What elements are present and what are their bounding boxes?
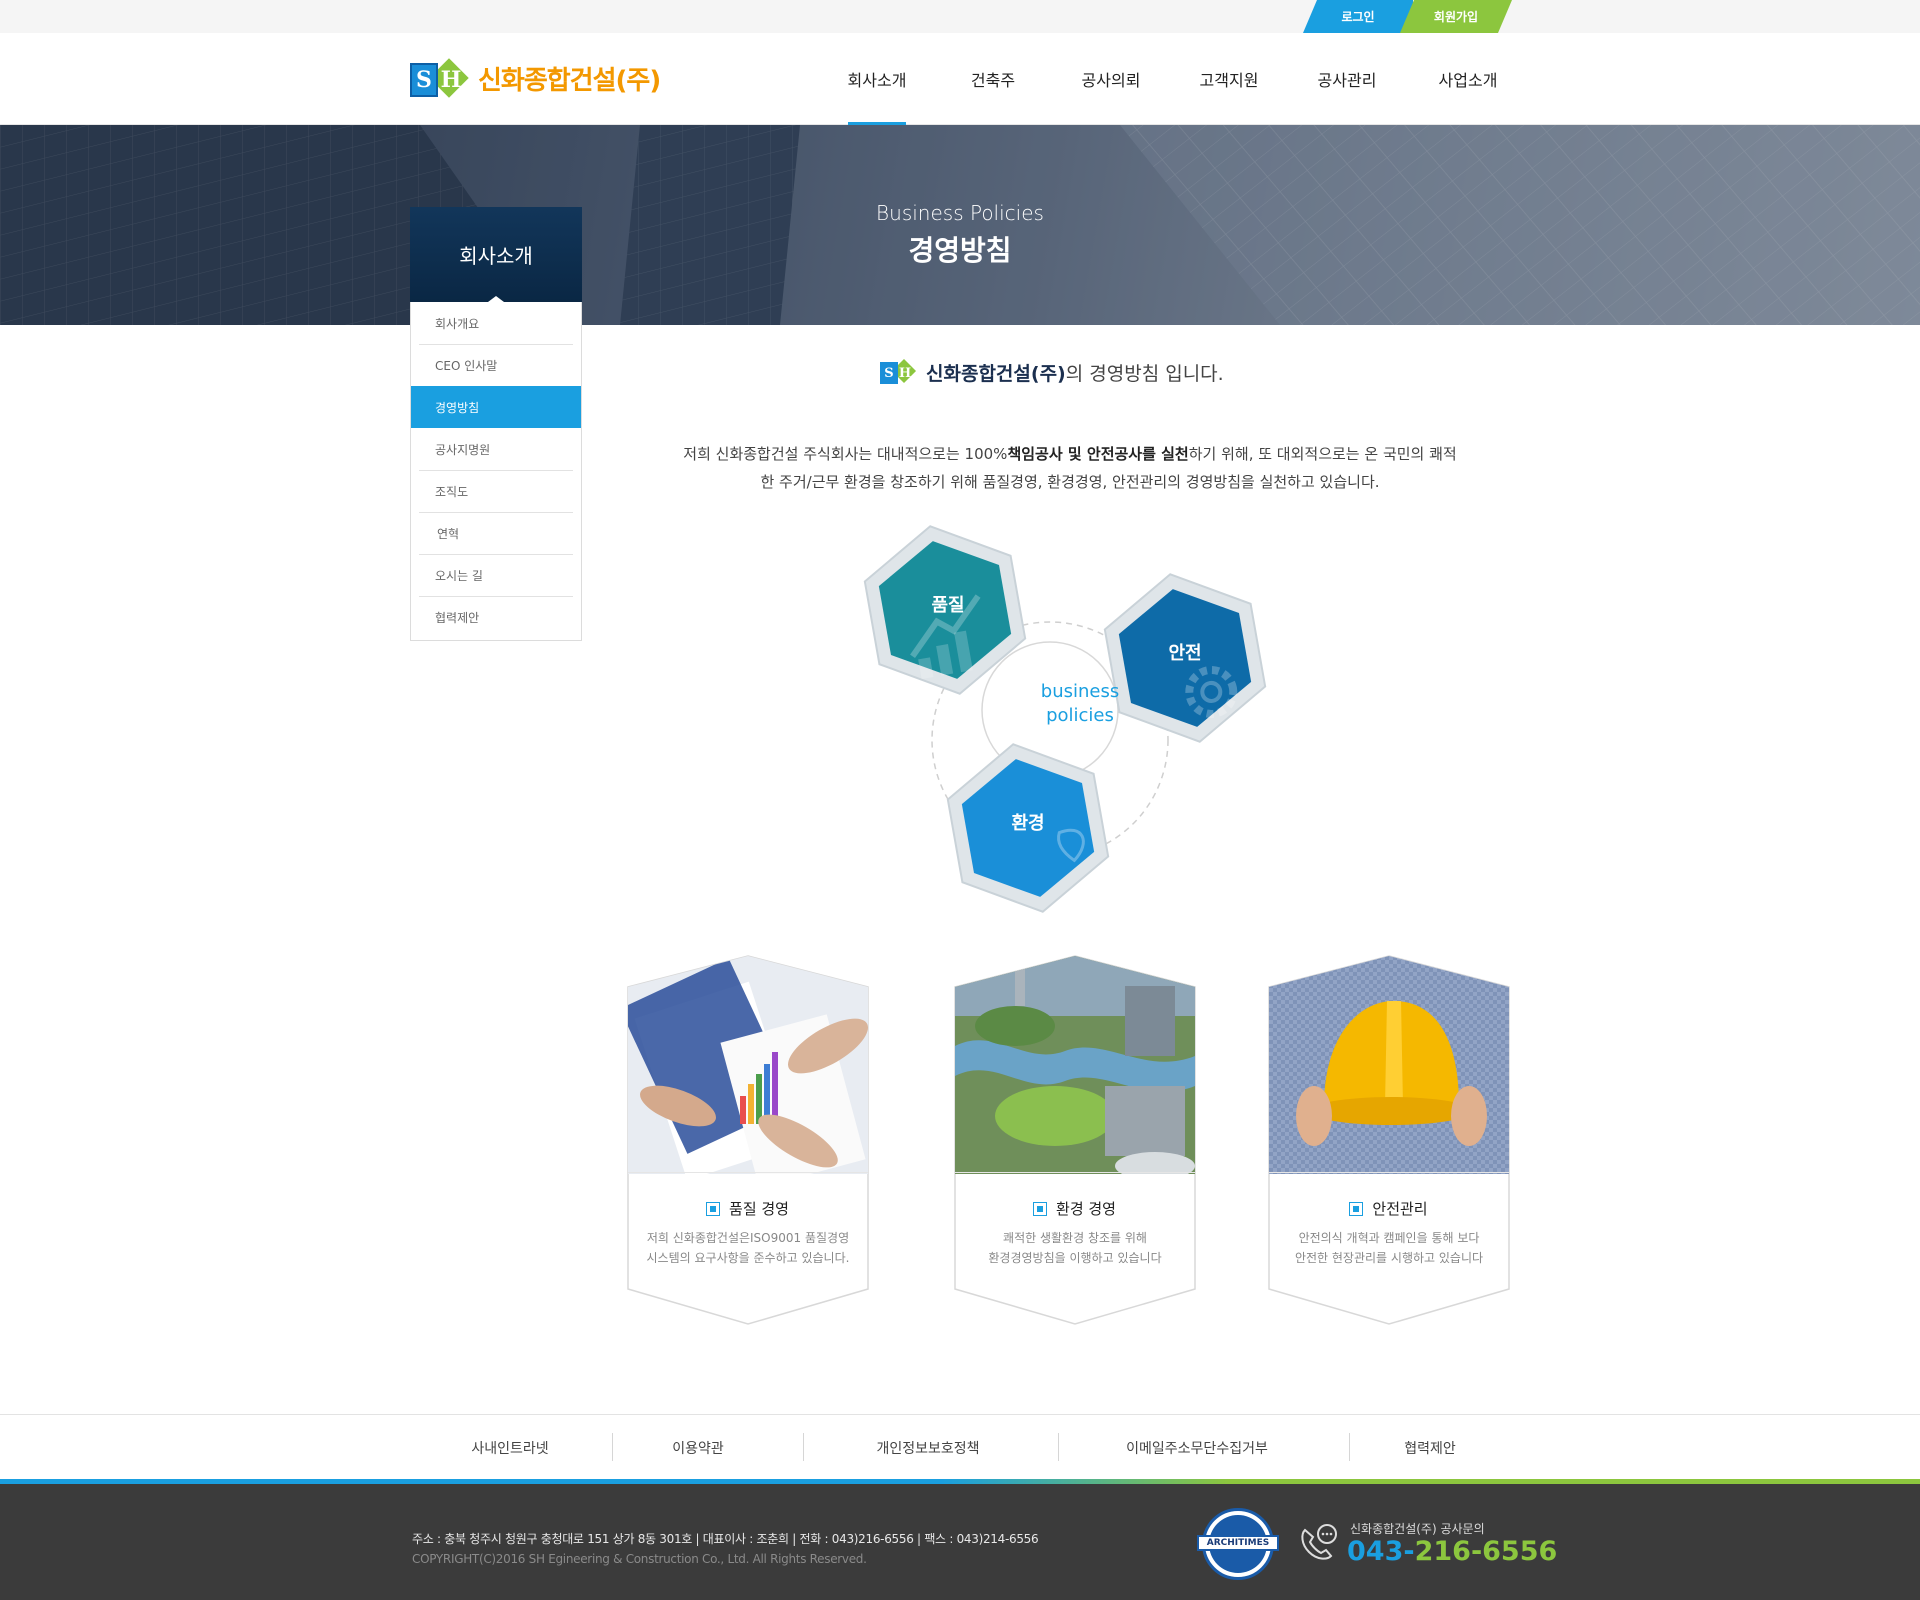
nav-business-intro[interactable]: 사업소개 [1406, 33, 1530, 125]
logo-mark-icon: S H [880, 358, 917, 386]
card-title-quality: 품질 경영 [627, 1198, 869, 1219]
footer-link-intranet[interactable]: 사내인트라넷 [420, 1433, 600, 1463]
nav-customer-support[interactable]: 고객지원 [1170, 33, 1288, 125]
policy-card-environment: 환경 경영 쾌적한 생활환경 창조를 위해 환경경영방침을 이행하고 있습니다 [954, 955, 1196, 1325]
inquiry-label: 신화종합건설(주) 공사문의 [1350, 1522, 1485, 1536]
card-desc-environment: 쾌적한 생활환경 창조를 위해 환경경영방침을 이행하고 있습니다 [988, 1231, 1162, 1265]
lnb-item-business-policies[interactable]: 경영방침 [411, 386, 581, 428]
top-utility-bar: 로그인 회원가입 [0, 0, 1920, 33]
nav-construction-request[interactable]: 공사의뢰 [1052, 33, 1170, 125]
hero-title-en: Business Policies [876, 201, 1044, 225]
environment-photo [955, 956, 1195, 1174]
sub-visual-banner: Business Policies 경영방침 [0, 125, 1920, 325]
footer-link-email-policy[interactable]: 이메일주소무단수집거부 [1064, 1433, 1330, 1463]
square-bullet-icon [1033, 1202, 1048, 1216]
logo-text: 신화종합건설(주) [478, 65, 661, 96]
main-navigation: 회사소개 건축주 공사의뢰 고객지원 공사관리 사업소개 [820, 33, 1530, 125]
square-bullet-icon [1349, 1202, 1364, 1216]
copyright: COPYRIGHT(C)2016 SH Egineering & Constru… [412, 1552, 867, 1566]
square-bullet-icon [706, 1202, 721, 1216]
heading-suffix: 의 경영방침 입니다. [1065, 362, 1224, 385]
diagram-label-quality: 품질 [931, 595, 965, 616]
card-title-safety: 안전관리 [1268, 1198, 1510, 1219]
policy-card-quality: 품질 경영 저희 신화종합건설은ISO9001 품질경영 시스템의 요구사항을 … [627, 955, 869, 1325]
policy-description: 저희 신화종합건설 주식회사는 대내적으로는 100%책임공사 및 안전공사를 … [683, 445, 1457, 491]
quality-photo [628, 956, 868, 1174]
lnb-item-company-profile[interactable]: 공사지명원 [411, 428, 581, 470]
footer-link-terms[interactable]: 이용약관 [618, 1433, 778, 1463]
card-title-environment: 환경 경영 [954, 1198, 1196, 1219]
lnb-item-partnership[interactable]: 협력제안 [411, 596, 581, 638]
content-heading: S H 신화종합건설(주) 의 경영방침 입니다. [880, 355, 1224, 389]
safety-helmet-photo [1269, 956, 1509, 1174]
footer: 주소 : 충북 청주시 청원구 충청대로 151 상가 8동 301호 | 대표… [0, 1484, 1920, 1600]
card-desc-quality: 저희 신화종합건설은ISO9001 품질경영 시스템의 요구사항을 준수하고 있… [646, 1231, 850, 1265]
lnb-title: 회사소개 [410, 207, 582, 302]
policy-diagram: 품질 안전 환경 business policies [850, 510, 1290, 920]
inquiry-phone-number: 043-216-6556 [1347, 1536, 1558, 1567]
diagram-label-environment: 환경 [1011, 813, 1045, 834]
lnb-item-history[interactable]: 연혁 [411, 512, 581, 554]
footer-link-partnership[interactable]: 협력제안 [1355, 1433, 1505, 1463]
diagram-label-safety: 안전 [1168, 643, 1202, 664]
lnb-item-ceo-greeting[interactable]: CEO 인사말 [411, 344, 581, 386]
heading-company-name: 신화종합건설(주) [926, 362, 1066, 385]
nav-company-intro[interactable]: 회사소개 [820, 33, 934, 125]
join-button[interactable]: 회원가입 [1400, 0, 1512, 33]
lnb-item-directions[interactable]: 오시는 길 [411, 554, 581, 596]
policy-card-safety: 안전관리 안전의식 개혁과 캠페인을 통해 보다 안전한 현장관리를 시행하고 … [1268, 955, 1510, 1325]
card-desc-safety: 안전의식 개혁과 캠페인을 통해 보다 안전한 현장관리를 시행하고 있습니다 [1294, 1231, 1484, 1265]
phone-chat-icon [1301, 1524, 1337, 1560]
footer-link-privacy[interactable]: 개인정보보호정책 [808, 1433, 1048, 1463]
header: S H 신화종합건설(주) 회사소개 건축주 공사의뢰 고객지원 공사관리 사업… [0, 33, 1920, 125]
company-address: 주소 : 충북 청주시 청원구 충청대로 151 상가 8동 301호 | 대표… [412, 1532, 1039, 1546]
diagram-center-text: business policies [1040, 681, 1120, 726]
footer-links: 사내인트라넷 이용약관 개인정보보호정책 이메일주소무단수집거부 협력제안 [0, 1414, 1920, 1479]
side-navigation: 회사개요 CEO 인사말 경영방침 공사지명원 조직도 연혁 오시는 길 협력제… [410, 302, 582, 641]
lnb-item-company-overview[interactable]: 회사개요 [411, 302, 581, 344]
hero-title-ko: 경영방침 [908, 234, 1012, 267]
lnb-item-organization[interactable]: 조직도 [411, 470, 581, 512]
site-logo[interactable]: S H 신화종합건설(주) [410, 53, 690, 103]
nav-construction-management[interactable]: 공사관리 [1288, 33, 1406, 125]
building-background-graphic [0, 125, 1920, 325]
nav-owner[interactable]: 건축주 [934, 33, 1052, 125]
login-button[interactable]: 로그인 [1303, 0, 1413, 33]
logo-mark-icon: S H [410, 55, 472, 101]
certification-badge: ARCHITIMES [1197, 1508, 1279, 1580]
